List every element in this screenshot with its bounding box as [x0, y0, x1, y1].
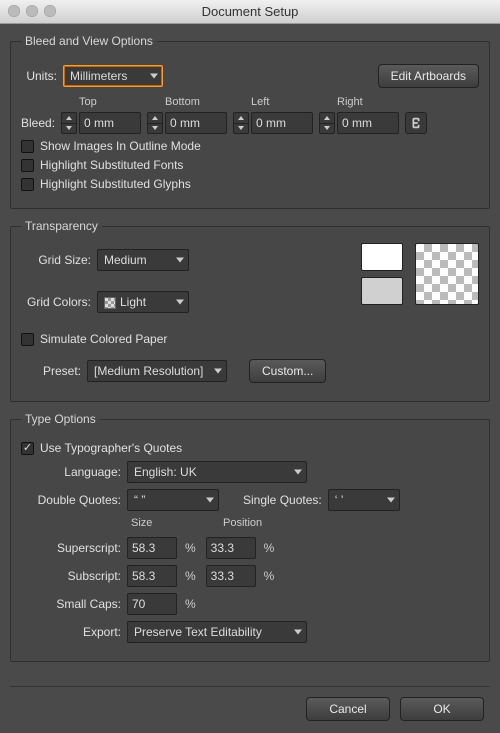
superscript-label: Superscript:	[21, 541, 121, 555]
preset-label: Preset:	[21, 364, 81, 378]
bottom-header: Bottom	[165, 96, 227, 108]
link-icon	[410, 116, 422, 130]
grid-colors-label: Grid Colors:	[21, 295, 91, 309]
bleed-bottom-input[interactable]	[165, 112, 227, 134]
single-quotes-label: Single Quotes:	[243, 493, 322, 507]
single-quotes-select[interactable]: ‘ ’	[328, 489, 400, 511]
bottom-stepper[interactable]	[147, 112, 163, 134]
top-stepper[interactable]	[61, 112, 77, 134]
checkbox-icon	[21, 140, 34, 153]
edit-artboards-button[interactable]: Edit Artboards	[378, 64, 479, 88]
superscript-pos-input[interactable]	[206, 537, 256, 559]
window-titlebar: Document Setup	[0, 0, 500, 24]
minimize-dot[interactable]	[26, 5, 38, 17]
percent-label: %	[264, 569, 275, 583]
double-quotes-select[interactable]: “ ”	[127, 489, 219, 511]
window-title: Document Setup	[202, 4, 299, 19]
percent-label: %	[264, 541, 275, 555]
highlight-glyphs-label: Highlight Substituted Glyphs	[40, 177, 191, 191]
grid-size-label: Grid Size:	[21, 253, 91, 267]
left-stepper[interactable]	[233, 112, 249, 134]
close-dot[interactable]	[8, 5, 20, 17]
percent-label: %	[185, 541, 196, 555]
bleed-label: Bleed:	[21, 112, 55, 134]
simulate-paper-label: Simulate Colored Paper	[40, 332, 167, 346]
zoom-dot[interactable]	[44, 5, 56, 17]
right-stepper[interactable]	[319, 112, 335, 134]
link-bleed-button[interactable]	[405, 112, 427, 134]
units-label: Units:	[21, 69, 57, 83]
cancel-button[interactable]: Cancel	[306, 697, 390, 721]
swatch-icon	[104, 297, 116, 309]
bleed-view-section: Bleed and View Options Units: Millimeter…	[10, 34, 490, 209]
export-select[interactable]: Preserve Text Editability	[127, 621, 307, 643]
chevron-down-icon	[176, 300, 184, 305]
subscript-pos-input[interactable]	[206, 565, 256, 587]
chevron-down-icon	[150, 74, 158, 79]
subscript-size-input[interactable]	[127, 565, 177, 587]
typographers-quotes-checkbox-row[interactable]: Use Typographer's Quotes	[21, 441, 479, 455]
language-label: Language:	[21, 465, 121, 479]
percent-label: %	[185, 597, 196, 611]
color-swatch-gray[interactable]	[361, 277, 403, 305]
bleed-right-input[interactable]	[337, 112, 399, 134]
subscript-label: Subscript:	[21, 569, 121, 583]
typographers-quotes-label: Use Typographer's Quotes	[40, 441, 182, 455]
chevron-down-icon	[214, 369, 222, 374]
export-label: Export:	[21, 625, 121, 639]
chevron-down-icon	[206, 498, 214, 503]
chevron-down-icon	[176, 258, 184, 263]
grid-size-select[interactable]: Medium	[97, 249, 189, 271]
type-options-section: Type Options Use Typographer's Quotes La…	[10, 412, 490, 662]
preset-select[interactable]: [Medium Resolution]	[87, 360, 227, 382]
smallcaps-label: Small Caps:	[21, 597, 121, 611]
language-select[interactable]: English: UK	[127, 461, 307, 483]
checkbox-icon	[21, 178, 34, 191]
chevron-down-icon	[294, 470, 302, 475]
superscript-size-input[interactable]	[127, 537, 177, 559]
show-outline-checkbox-row[interactable]: Show Images In Outline Mode	[21, 139, 479, 153]
dialog-footer: Cancel OK	[10, 686, 490, 727]
simulate-paper-checkbox-row[interactable]: Simulate Colored Paper	[21, 332, 351, 346]
custom-button[interactable]: Custom...	[249, 359, 326, 383]
size-header: Size	[131, 517, 217, 529]
grid-colors-select[interactable]: Light	[97, 291, 189, 313]
chevron-down-icon	[294, 630, 302, 635]
transparency-preview	[415, 243, 479, 305]
chevron-down-icon	[387, 498, 395, 503]
transparency-section: Transparency Grid Size: Medium Grid Colo…	[10, 219, 490, 402]
right-header: Right	[337, 96, 399, 108]
checkbox-icon	[21, 159, 34, 172]
color-swatch-white[interactable]	[361, 243, 403, 271]
highlight-fonts-checkbox-row[interactable]: Highlight Substituted Fonts	[21, 158, 479, 172]
smallcaps-size-input[interactable]	[127, 593, 177, 615]
checkbox-icon	[21, 333, 34, 346]
bleed-top-input[interactable]	[79, 112, 141, 134]
left-header: Left	[251, 96, 313, 108]
show-outline-label: Show Images In Outline Mode	[40, 139, 201, 153]
checkbox-icon	[21, 442, 34, 455]
position-header: Position	[223, 517, 262, 529]
units-select[interactable]: Millimeters	[63, 65, 163, 87]
double-quotes-label: Double Quotes:	[21, 493, 121, 507]
transparency-legend: Transparency	[21, 219, 102, 233]
percent-label: %	[185, 569, 196, 583]
traffic-lights	[8, 5, 56, 17]
bleed-left-input[interactable]	[251, 112, 313, 134]
highlight-fonts-label: Highlight Substituted Fonts	[40, 158, 183, 172]
bleed-legend: Bleed and View Options	[21, 34, 157, 48]
top-header: Top	[79, 96, 141, 108]
ok-button[interactable]: OK	[400, 697, 484, 721]
highlight-glyphs-checkbox-row[interactable]: Highlight Substituted Glyphs	[21, 177, 479, 191]
type-options-legend: Type Options	[21, 412, 100, 426]
